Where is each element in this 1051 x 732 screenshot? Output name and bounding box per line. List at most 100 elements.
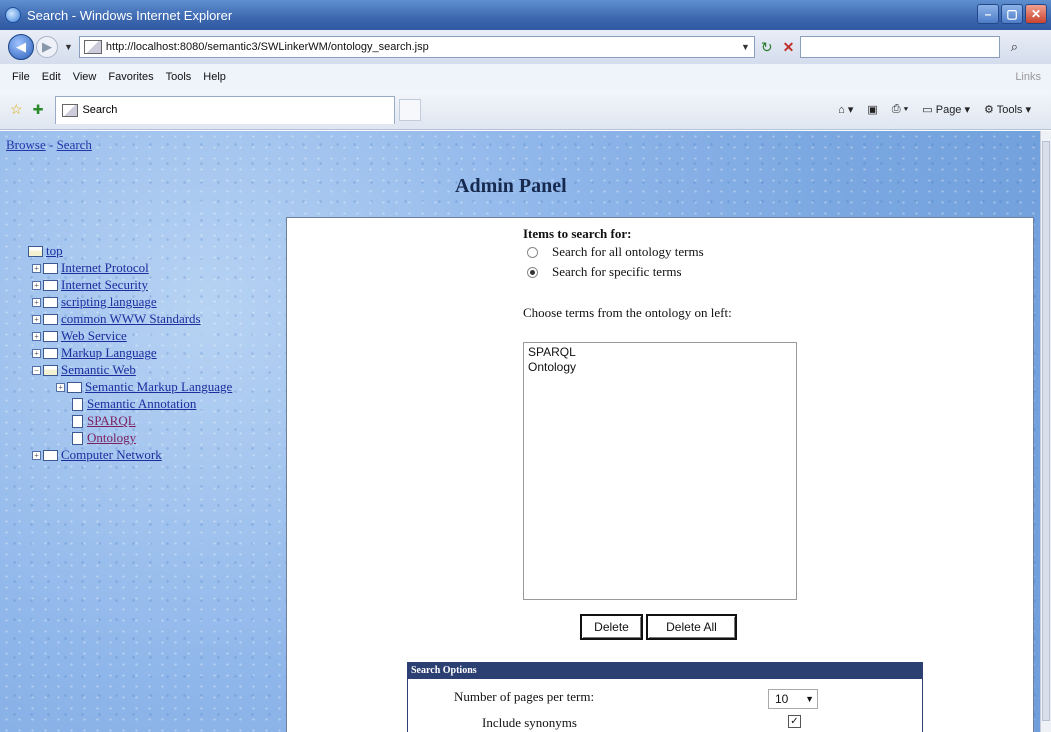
tree-item-semantic-markup-language[interactable]: + Semantic Markup Language [56,379,232,395]
minimize-button[interactable]: – [977,4,999,24]
back-button[interactable]: ◀ [8,34,34,60]
close-window-button[interactable]: ✕ [1025,4,1047,24]
tree-item-label[interactable]: common WWW Standards [61,311,201,327]
favorites-star-icon[interactable]: ☆ [10,101,23,118]
expand-icon[interactable]: + [32,297,41,307]
delete-button[interactable]: Delete [580,614,643,640]
menu-favorites[interactable]: Favorites [108,71,153,83]
tree-item-label[interactable]: Semantic Web [61,362,136,378]
search-options-title: Search Options [408,663,922,679]
tree-item-label[interactable]: Internet Security [61,277,148,293]
radio-specific-terms[interactable]: Search for specific terms [527,264,682,280]
folder-icon [43,347,58,359]
tree-item-label[interactable]: Web Service [61,328,127,344]
page-menu[interactable]: ▭ Page ▾ [922,103,970,116]
breadcrumb-browse-link[interactable]: Browse [6,137,46,152]
refresh-icon[interactable]: ↻ [761,39,773,56]
tree-item-ontology[interactable]: Ontology [72,430,136,446]
selected-terms-list[interactable]: SPARQL Ontology [523,342,797,600]
folder-icon [43,313,58,325]
tree-item-markup-language[interactable]: + Markup Language [32,345,157,361]
tree-item-internet-protocol[interactable]: + Internet Protocol [32,260,149,276]
menu-help[interactable]: Help [203,71,226,83]
document-icon [72,431,83,445]
expand-icon[interactable]: + [32,280,41,290]
breadcrumb-search-link[interactable]: Search [57,137,92,152]
page-scrollbar[interactable] [1040,131,1051,732]
folder-icon [43,262,58,274]
tree-item-label[interactable]: Markup Language [61,345,157,361]
address-url[interactable]: http://localhost:8080/semantic3/SWLinker… [106,41,429,53]
radio-all-terms[interactable]: Search for all ontology terms [527,244,704,260]
folder-open-icon [43,364,58,376]
tree-item-sparql[interactable]: SPARQL [72,413,136,429]
tree-item-semantic-annotation[interactable]: Semantic Annotation [72,396,196,412]
radio-selected-dot [530,269,535,275]
search-icon[interactable]: ⌕ [1002,36,1026,58]
list-item[interactable]: SPARQL [528,345,792,360]
menu-tools[interactable]: Tools [166,71,192,83]
stop-icon[interactable]: ✕ [783,39,795,56]
choose-terms-text: Choose terms from the ontology on left: [523,305,732,320]
pages-per-term-select[interactable]: 10 ▼ [768,689,818,709]
add-favorites-icon[interactable]: ✚ [33,102,44,118]
history-dropdown-icon[interactable]: ▼ [64,42,73,52]
expand-icon[interactable]: + [32,348,41,358]
feeds-icon[interactable]: ▣ [867,103,877,116]
radio-label: Search for all ontology terms [552,244,704,259]
window-title: Search - Windows Internet Explorer [27,7,233,23]
home-icon[interactable]: ⌂ ▾ [838,103,853,116]
address-dropdown-icon[interactable]: ▼ [741,42,750,52]
window-title-bar: Search - Windows Internet Explorer – ▢ ✕ [0,0,1051,30]
tree-root[interactable]: top [28,243,63,259]
pages-per-term-value: 10 [775,692,789,706]
address-field[interactable]: http://localhost:8080/semantic3/SWLinker… [78,36,755,58]
menu-edit[interactable]: Edit [42,71,61,83]
expand-icon[interactable]: + [56,382,65,392]
web-search-input[interactable] [800,36,1001,58]
tree-item-label[interactable]: Semantic Markup Language [85,379,232,395]
forward-button[interactable]: ▶ [36,36,58,58]
chevron-down-icon: ▼ [805,694,814,704]
tree-item-semantic-web[interactable]: − Semantic Web [32,362,136,378]
tree-item-label[interactable]: Ontology [87,430,136,446]
tree-item-scripting-language[interactable]: + scripting language [32,294,157,310]
tree-item-label[interactable]: Computer Network [61,447,162,463]
page-content: Browse - Search Admin Panel top + Intern… [0,131,1040,732]
synonyms-checkbox[interactable]: ✓ [788,715,801,728]
menu-bar: File Edit View Favorites Tools Help Link… [0,64,1051,90]
tree-item-label[interactable]: Internet Protocol [61,260,149,276]
links-toolbar[interactable]: Links [1015,71,1041,83]
folder-icon [67,381,82,393]
tree-item-computer-network[interactable]: + Computer Network [32,447,162,463]
radio-button[interactable] [527,246,538,258]
expand-icon[interactable]: + [32,314,41,324]
tree-item-label[interactable]: scripting language [61,294,157,310]
tree-root-link[interactable]: top [46,243,63,259]
list-item[interactable]: Ontology [528,360,792,375]
folder-icon [43,330,58,342]
tab-search[interactable]: Search [55,95,396,124]
pages-per-term-label: Number of pages per term: [454,689,595,704]
document-icon [72,414,83,428]
delete-all-button[interactable]: Delete All [646,614,737,640]
collapse-icon[interactable]: − [32,365,41,375]
new-tab-button[interactable] [399,98,422,121]
maximize-button[interactable]: ▢ [1001,4,1023,24]
scrollbar-thumb[interactable] [1042,141,1050,721]
expand-icon[interactable]: + [32,331,41,341]
tree-item-common-www-standards[interactable]: + common WWW Standards [32,311,201,327]
tab-page-icon [62,103,79,117]
radio-button[interactable] [527,266,538,278]
print-icon[interactable]: ⎙ ▾ [892,103,908,116]
tree-item-internet-security[interactable]: + Internet Security [32,277,148,293]
menu-file[interactable]: File [12,71,30,83]
tools-menu[interactable]: ⚙ Tools ▾ [984,103,1031,116]
tree-item-web-service[interactable]: + Web Service [32,328,127,344]
tree-item-label[interactable]: SPARQL [87,413,136,429]
tab-bar: ☆ ✚ Search ⌂ ▾ ▣ ⎙ ▾ ▭ Page ▾ ⚙ Tools ▾ [0,90,1051,130]
tree-item-label[interactable]: Semantic Annotation [87,396,196,412]
expand-icon[interactable]: + [32,263,41,273]
expand-icon[interactable]: + [32,450,41,460]
menu-view[interactable]: View [73,71,97,83]
